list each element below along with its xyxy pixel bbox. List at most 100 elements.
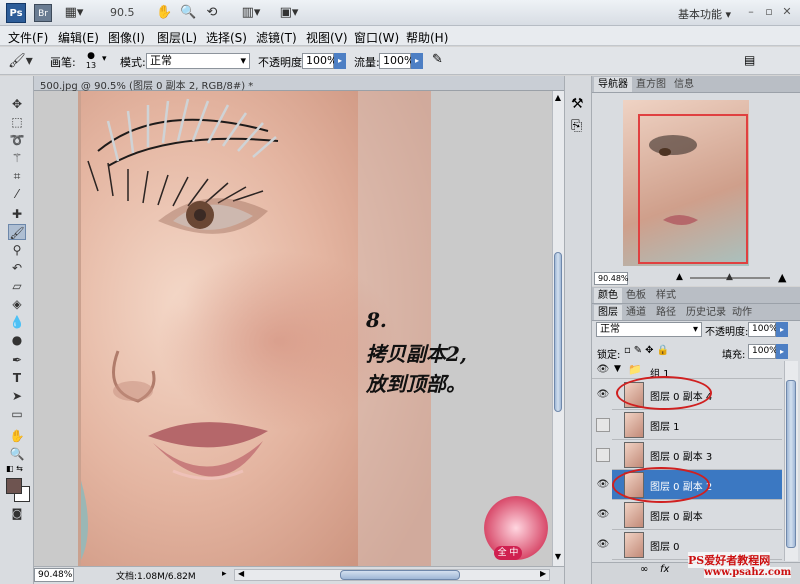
brush-preset-icon[interactable]: 🖌▾ — [8, 53, 33, 69]
link-layers-icon[interactable]: ∞ — [640, 564, 648, 575]
fill-input[interactable]: 100% — [748, 344, 778, 359]
tab-paths[interactable]: 路径 — [652, 305, 680, 320]
restore-button[interactable]: ▫ — [760, 4, 778, 20]
screen-mode-icon[interactable]: ▣▾ — [276, 5, 302, 21]
zoom-tool-icon[interactable]: 🔍 — [8, 446, 26, 462]
tab-layers[interactable]: 图层 — [594, 305, 622, 320]
layer-blend-mode-select[interactable]: 正常 ▾ — [596, 322, 702, 337]
eye-icon[interactable]: 👁 — [596, 388, 610, 402]
fx-icon[interactable]: fx — [660, 564, 669, 575]
path-selection-icon[interactable]: ➤ — [8, 388, 26, 404]
navigator-view-box[interactable] — [638, 114, 748, 264]
hand-tool-icon[interactable]: ✋ — [156, 5, 172, 21]
tab-swatches[interactable]: 色板 — [622, 288, 650, 303]
menu-help[interactable]: 帮助(H) — [406, 29, 448, 46]
layer-row[interactable]: 图层 0 副本 — [612, 500, 782, 530]
clone-source-icon[interactable]: ⎘ — [571, 118, 582, 134]
tab-info[interactable]: 信息 — [670, 77, 698, 92]
eye-hidden-box[interactable] — [596, 418, 610, 432]
clone-stamp-icon[interactable]: ⚲ — [8, 242, 26, 258]
blur-tool-icon[interactable]: 💧 — [8, 314, 26, 330]
tab-styles[interactable]: 样式 — [652, 288, 680, 303]
magic-wand-icon[interactable]: ⚚ — [8, 150, 26, 166]
lock-icons[interactable]: ▫✎✥🔒 — [624, 345, 672, 356]
paint-bucket-icon[interactable]: ◈ — [8, 296, 26, 312]
bridge-button[interactable]: Br — [34, 4, 52, 22]
history-brush-icon[interactable]: ↶ — [8, 260, 26, 276]
minimize-button[interactable]: – — [742, 4, 760, 20]
tab-actions[interactable]: 动作 — [728, 305, 756, 320]
scroll-left-arrow-icon[interactable]: ◀ — [238, 569, 244, 578]
eraser-icon[interactable]: ▱ — [8, 278, 26, 294]
eye-icon[interactable]: 👁 — [596, 508, 610, 522]
dodge-tool-icon[interactable]: ● — [8, 332, 26, 348]
healing-brush-icon[interactable]: ✚ — [8, 206, 26, 222]
document-tab[interactable]: 500.jpg @ 90.5% (图层 0 副本 2, RGB/8#) * — [40, 77, 253, 92]
pen-tool-icon[interactable]: ✒ — [8, 352, 26, 368]
status-zoom[interactable]: 90.48% — [34, 568, 74, 582]
zoom-tool-icon[interactable]: 🔍 — [180, 5, 196, 21]
scroll-right-arrow-icon[interactable]: ▶ — [540, 569, 546, 578]
group-expand-icon[interactable]: ▼ — [614, 364, 621, 374]
opacity-slider-button[interactable]: ▸ — [334, 53, 346, 69]
layers-scroll-thumb[interactable] — [786, 380, 796, 548]
fill-slider-button[interactable]: ▸ — [776, 344, 788, 359]
layer-row[interactable]: 图层 1 — [612, 410, 782, 440]
close-button[interactable]: ✕ — [778, 4, 796, 20]
eye-icon[interactable]: 👁 — [596, 478, 610, 492]
menu-edit[interactable]: 编辑(E) — [58, 29, 99, 46]
flow-slider-button[interactable]: ▸ — [411, 53, 423, 69]
zoom-in-icon[interactable]: ▲ — [778, 271, 786, 284]
navigator-zoom-input[interactable]: 90.48% — [594, 272, 629, 285]
layer-opacity-input[interactable]: 100% — [748, 322, 778, 337]
layer-opacity-slider-button[interactable]: ▸ — [776, 322, 788, 337]
scroll-up-arrow-icon[interactable]: ▲ — [554, 93, 562, 103]
flow-input[interactable]: 100% — [379, 53, 414, 69]
shape-tool-icon[interactable]: ▭ — [8, 406, 26, 422]
tool-presets-icon[interactable]: ⚒ — [571, 96, 584, 112]
menu-image[interactable]: 图像(I) — [108, 29, 145, 46]
scroll-down-arrow-icon[interactable]: ▼ — [554, 552, 562, 562]
hand-tool-icon[interactable]: ✋ — [8, 428, 26, 444]
type-tool-icon[interactable]: T — [8, 370, 26, 386]
zoom-level[interactable]: 90.5 — [110, 6, 144, 19]
default-colors-icon[interactable]: ◧ ⇆ — [6, 464, 23, 473]
view-extras-icon[interactable]: ▦▾ — [62, 5, 86, 21]
workspace-switcher[interactable]: 基本功能 ▾ — [678, 6, 731, 22]
quick-mask-icon[interactable]: ◙ — [8, 506, 26, 522]
layer-row[interactable]: 图层 0 副本 3 — [612, 440, 782, 470]
horizontal-scroll-thumb[interactable] — [340, 570, 460, 580]
zoom-slider-thumb[interactable]: ▲ — [726, 272, 733, 282]
menu-file[interactable]: 文件(F) — [8, 29, 48, 46]
brush-size-picker[interactable]: ● 13 — [84, 51, 98, 71]
menu-window[interactable]: 窗口(W) — [354, 29, 399, 46]
eye-icon[interactable]: 👁 — [596, 363, 610, 377]
mode-select[interactable]: 正常 ▾ — [146, 53, 250, 69]
tab-histogram[interactable]: 直方图 — [632, 77, 670, 92]
tab-navigator[interactable]: 导航器 — [594, 77, 632, 92]
move-tool-icon[interactable]: ✥ — [8, 96, 26, 112]
lasso-tool-icon[interactable]: ➰ — [8, 132, 26, 148]
opacity-input[interactable]: 100% — [302, 53, 337, 69]
chevron-down-icon[interactable]: ▾ — [102, 54, 107, 64]
panel-toggle-icon[interactable]: ▤ — [744, 53, 755, 67]
tab-channels[interactable]: 通道 — [622, 305, 650, 320]
tab-color[interactable]: 颜色 — [594, 288, 622, 303]
marquee-tool-icon[interactable]: ⬚ — [8, 114, 26, 130]
eye-icon[interactable]: 👁 — [596, 538, 610, 552]
eye-hidden-box[interactable] — [596, 448, 610, 462]
vertical-scroll-thumb[interactable] — [554, 252, 562, 412]
zoom-out-icon[interactable]: ▲ — [676, 272, 683, 282]
tab-history[interactable]: 历史记录 — [682, 305, 730, 320]
eyedropper-icon[interactable]: ⁄ — [8, 186, 26, 202]
rotate-view-icon[interactable]: ⟲ — [204, 5, 220, 21]
status-arrow-icon[interactable]: ▸ — [222, 569, 227, 579]
airbrush-icon[interactable]: ✎ — [432, 52, 443, 67]
menu-view[interactable]: 视图(V) — [306, 29, 348, 46]
menu-layer[interactable]: 图层(L) — [157, 29, 197, 46]
menu-select[interactable]: 选择(S) — [206, 29, 247, 46]
arrange-documents-icon[interactable]: ▥▾ — [238, 5, 264, 21]
crop-tool-icon[interactable]: ⌗ — [8, 168, 26, 184]
menu-filter[interactable]: 滤镜(T) — [256, 29, 297, 46]
brush-tool-icon[interactable]: 🖌 — [8, 224, 26, 240]
